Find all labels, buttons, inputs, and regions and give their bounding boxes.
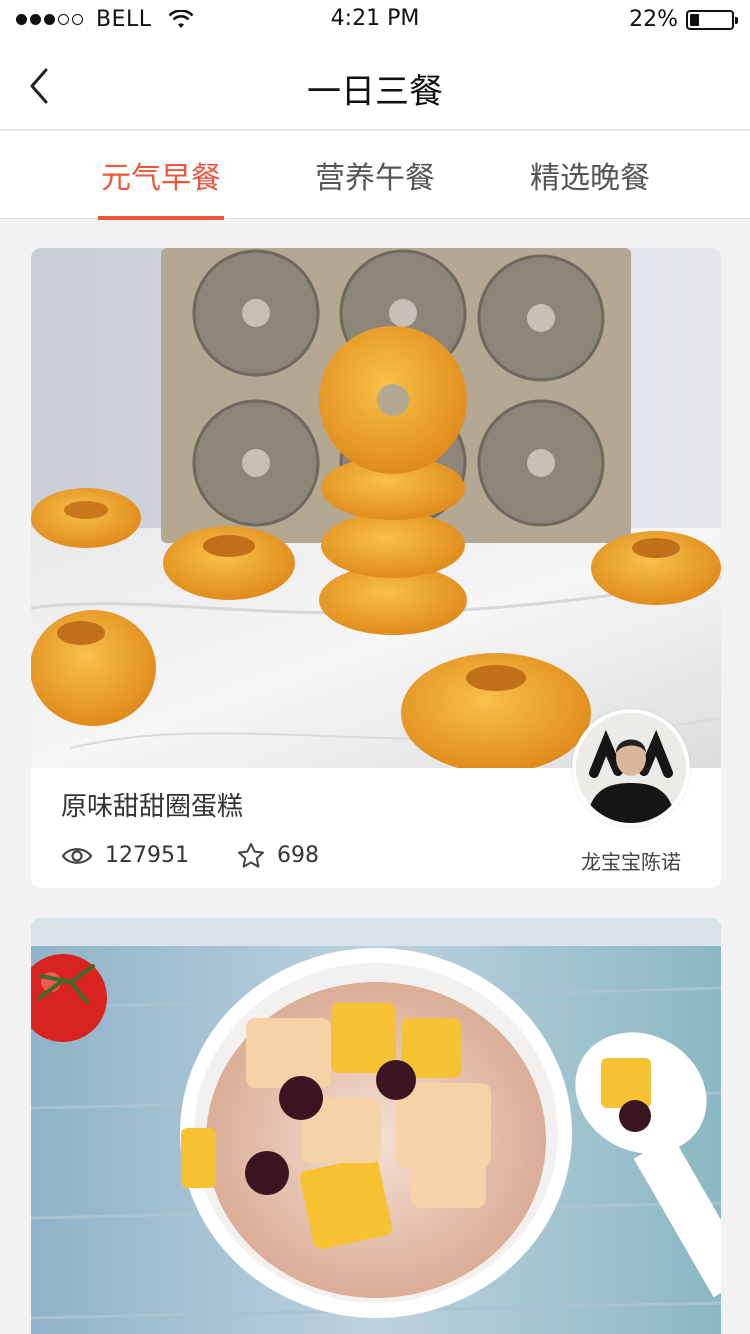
dessert-soup-photo-illustration (31, 918, 721, 1334)
battery-fill (690, 13, 699, 26)
author-name[interactable]: 龙宝宝陈诺 (561, 846, 701, 875)
meal-tabs: 元气早餐 营养午餐 精选晚餐 (0, 131, 750, 220)
favorite-count[interactable]: 698 (237, 842, 319, 869)
tab-breakfast[interactable]: 元气早餐 (81, 153, 241, 197)
battery-percentage: 22% (629, 7, 678, 32)
recipe-photo-donuts[interactable] (31, 248, 721, 768)
recipe-title[interactable]: 原味甜甜圈蛋糕 (61, 786, 243, 823)
view-count: 127951 (61, 843, 189, 868)
eye-icon (61, 847, 93, 864)
view-count-value: 127951 (105, 843, 189, 868)
status-bar: BELL 4:21 PM 22% (0, 0, 750, 40)
active-tab-indicator (98, 216, 224, 220)
navigation-bar: 一日三餐 (0, 40, 750, 130)
recipe-card[interactable]: 原味甜甜圈蛋糕 127951 698 龙宝宝陈诺 (31, 248, 721, 888)
star-icon[interactable] (237, 842, 265, 869)
tab-lunch[interactable]: 营养午餐 (295, 153, 455, 197)
recipe-card[interactable] (31, 918, 721, 1334)
recipe-stats: 127951 698 (61, 842, 367, 869)
battery-icon (686, 9, 738, 30)
avatar[interactable] (572, 709, 690, 827)
donut-photo-illustration (31, 248, 721, 768)
page-title: 一日三餐 (307, 72, 443, 112)
author-photo (576, 713, 686, 823)
tab-dinner[interactable]: 精选晚餐 (510, 153, 670, 197)
recipe-photo-dessert-soup[interactable] (31, 918, 721, 1334)
favorite-count-value: 698 (276, 843, 319, 868)
status-right: 22% (629, 7, 738, 32)
